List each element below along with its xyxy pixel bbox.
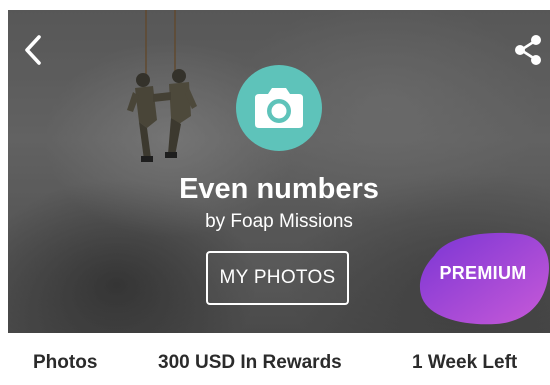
back-button[interactable] xyxy=(20,34,48,66)
mission-stats-bar: Photos 300 USD In Rewards 1 Week Left xyxy=(0,333,550,385)
mission-badge xyxy=(236,65,322,151)
mission-title: Even numbers xyxy=(179,173,379,205)
mission-hero: Even numbers by Foap Missions MY PHOTOS … xyxy=(8,10,550,333)
share-button[interactable] xyxy=(512,34,544,66)
photos-tab[interactable]: Photos xyxy=(33,352,97,374)
premium-badge: PREMIUM xyxy=(439,263,527,283)
camera-icon xyxy=(255,88,303,128)
rewards-stat: 300 USD In Rewards xyxy=(158,352,342,373)
time-left-stat: 1 Week Left xyxy=(412,352,518,373)
my-photos-button[interactable]: MY PHOTOS xyxy=(206,251,349,305)
chevron-left-icon xyxy=(25,35,41,65)
share-icon xyxy=(515,35,541,65)
